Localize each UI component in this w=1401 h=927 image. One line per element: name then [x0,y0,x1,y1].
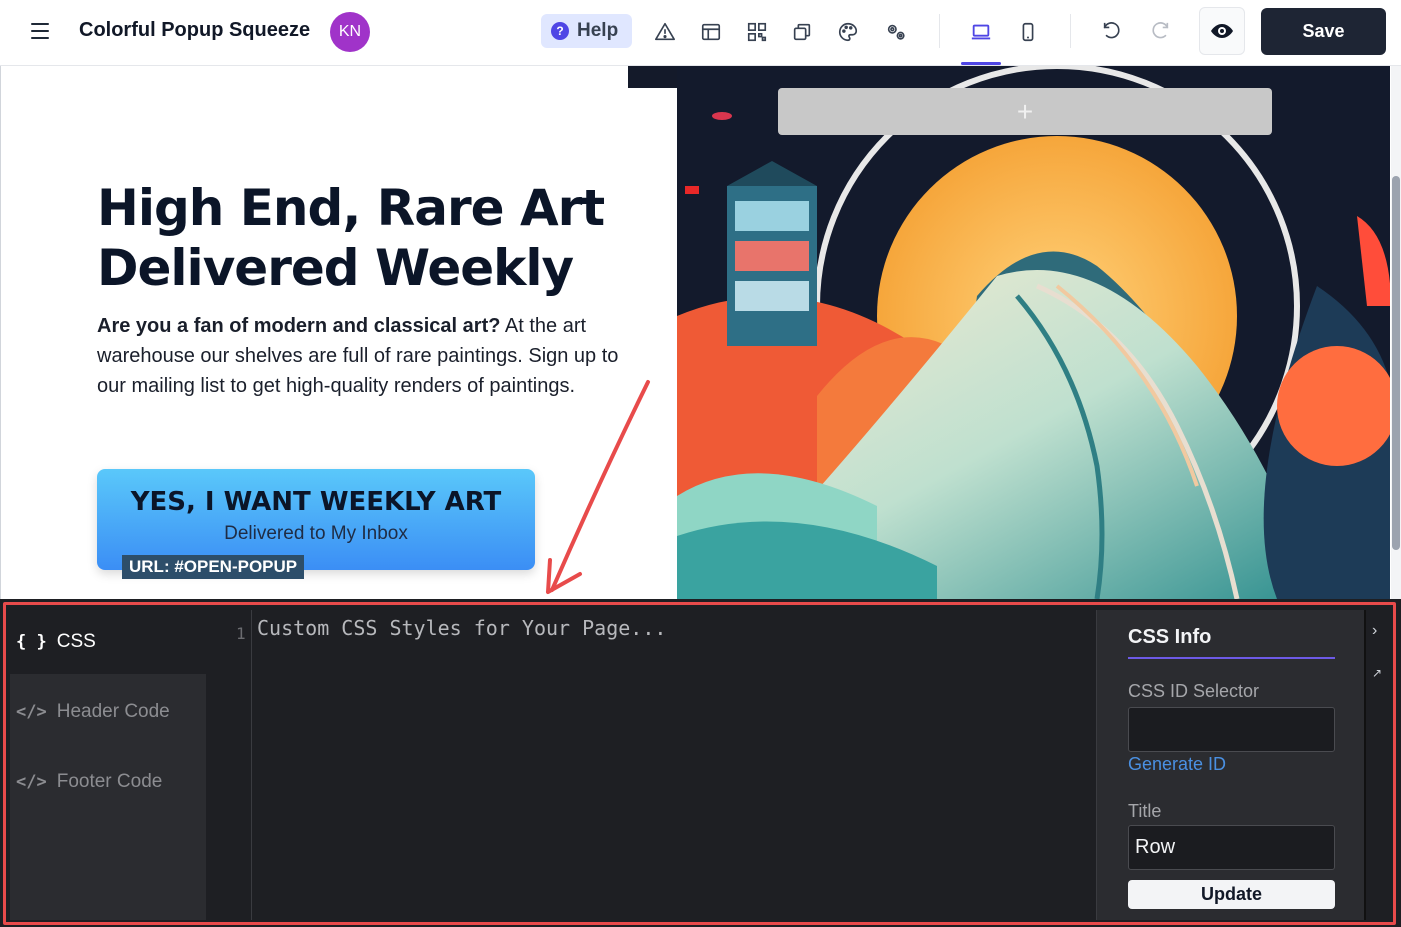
url-tag: URL: #OPEN-POPUP [122,555,305,579]
external-link-icon[interactable]: ↗ [1372,666,1382,680]
scrollbar-thumb[interactable] [1392,176,1400,550]
qr-code-icon[interactable] [744,19,770,45]
mobile-icon[interactable] [1015,19,1041,45]
tab-css-label: CSS [56,631,96,652]
css-id-label: CSS ID Selector [1128,681,1260,701]
css-info-title: CSS Info [1128,626,1212,648]
cta-main-label: YES, I WANT WEEKLY ART [130,487,502,517]
code-type-sidebar: { } CSS </> Header Code </> Footer Code [10,610,206,920]
help-button[interactable]: ? Help [541,14,632,48]
question-icon: ? [551,22,569,40]
update-button[interactable]: Update [1128,880,1335,909]
hero-artwork-image [677,66,1390,599]
hero-heading-line-1: High End, Rare Art [97,179,605,237]
hero-heading-line-2: Delivered Weekly [97,239,574,297]
tab-css[interactable]: { } CSS [10,610,206,674]
collapse-chevron-icon[interactable]: › [1372,622,1377,640]
redo-icon[interactable] [1147,19,1173,45]
code-placeholder: Custom CSS Styles for Your Page... [257,616,667,640]
page-title: Colorful Popup Squeeze [79,19,311,41]
page-canvas: High End, Rare Art Delivered Weekly Are … [0,66,1390,599]
css-code-editor[interactable]: 1 Custom CSS Styles for Your Page... [206,610,1096,920]
save-button[interactable]: Save [1261,8,1386,55]
braces-icon: { } [16,632,47,652]
hamburger-menu-icon[interactable] [28,19,52,43]
page-scrollbar[interactable] [1391,66,1401,599]
toolbar-divider [1070,14,1071,48]
generate-id-link[interactable]: Generate ID [1128,754,1226,775]
warning-icon[interactable] [652,19,678,45]
hero-paragraph[interactable]: Are you a fan of modern and classical ar… [97,311,637,401]
css-id-input[interactable] [1128,707,1335,752]
help-label: Help [577,20,619,41]
tab-header-code-label: Header Code [56,701,170,722]
hero-paragraph-bold: Are you a fan of modern and classical ar… [97,315,501,337]
cta-sub-label: Delivered to My Inbox [224,523,408,544]
code-icon: </> [16,702,47,722]
css-info-underline [1128,657,1335,659]
title-input[interactable]: Row [1128,825,1335,870]
undo-icon[interactable] [1099,19,1125,45]
desktop-icon[interactable] [968,19,994,45]
line-number: 1 [236,624,246,643]
top-toolbar: Colorful Popup Squeeze KN ? Help Save [0,0,1401,66]
tab-footer-code-label: Footer Code [56,771,163,792]
toolbar-divider [939,14,940,48]
active-device-indicator [961,62,1001,65]
line-number-gutter: 1 [206,610,252,920]
add-row-button[interactable]: + [778,88,1272,135]
settings-icon[interactable] [883,19,909,45]
tab-header-code[interactable]: </> Header Code [10,680,206,744]
tab-footer-code[interactable]: </> Footer Code [10,750,206,814]
hero-heading[interactable]: High End, Rare Art Delivered Weekly [97,178,657,298]
copy-icon[interactable] [789,19,815,45]
layout-icon[interactable] [698,19,724,45]
palette-icon[interactable] [835,19,861,45]
css-info-panel: CSS Info CSS ID Selector Generate ID Tit… [1096,610,1364,920]
avatar[interactable]: KN [330,12,370,52]
title-label: Title [1128,801,1162,821]
preview-eye-icon[interactable] [1199,7,1245,55]
code-icon: </> [16,772,47,792]
panel-side-strip: › ↗ [1364,610,1384,920]
